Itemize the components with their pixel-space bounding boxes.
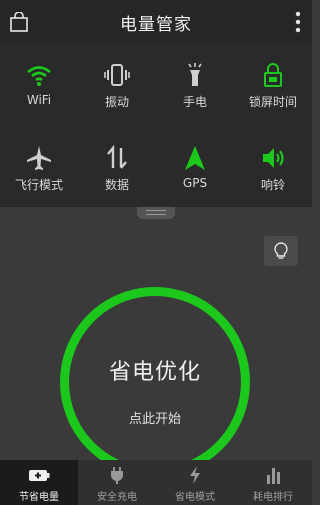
toggle-label: 锁屏时间 — [248, 95, 297, 109]
nav-save-power[interactable]: 节省电量 — [0, 460, 78, 505]
more-options-icon[interactable] — [294, 11, 302, 33]
battery-icon — [29, 470, 50, 481]
toggle-wifi[interactable]: WiFi — [0, 50, 78, 116]
airplane-icon — [27, 146, 51, 170]
nav-label: 耗电排行 — [253, 492, 293, 503]
data-icon — [107, 145, 127, 169]
toggle-lock-timer[interactable]: 锁屏时间 — [234, 50, 312, 116]
toggle-data[interactable]: 数据 — [78, 133, 156, 199]
panel-collapse-handle[interactable] — [137, 207, 175, 219]
tips-button[interactable] — [264, 236, 298, 266]
wifi-icon — [27, 66, 51, 86]
bottom-navigation: 节省电量 安全充电 省电模式 耗电排行 — [0, 460, 312, 505]
nav-safe-charge[interactable]: 安全充电 — [78, 460, 156, 505]
flashlight-icon — [188, 63, 202, 86]
lock-timer-icon — [264, 63, 282, 87]
optimize-title: 省电优化 — [108, 360, 201, 385]
plug-icon — [111, 467, 123, 484]
vibrate-icon — [104, 64, 130, 86]
toggle-label: 手电 — [182, 95, 207, 109]
shopping-bag-icon[interactable] — [10, 12, 28, 32]
header-bar: 电量管家 — [0, 0, 312, 44]
nav-label: 节省电量 — [19, 492, 59, 503]
toggle-label: 响铃 — [260, 178, 285, 192]
nav-power-mode[interactable]: 省电模式 — [156, 460, 234, 505]
nav-usage-ranking[interactable]: 耗电排行 — [234, 460, 312, 505]
nav-label: 省电模式 — [175, 492, 215, 503]
toggle-ringer[interactable]: 响铃 — [234, 133, 312, 199]
toggle-label: GPS — [182, 176, 208, 190]
toggle-label: 数据 — [104, 178, 129, 192]
app-title: 电量管家 — [120, 14, 192, 35]
ringer-icon — [263, 148, 284, 168]
nav-label: 安全充电 — [97, 492, 137, 503]
lightbulb-icon — [274, 242, 288, 259]
toggle-label: WiFi — [26, 93, 52, 107]
bar-chart-icon — [267, 468, 280, 484]
bolt-icon — [190, 466, 200, 484]
optimize-button[interactable]: 省电优化 点此开始 — [60, 287, 250, 477]
toggle-vibrate[interactable]: 振动 — [78, 50, 156, 116]
quick-toggle-panel: WiFi 振动 手电 锁屏时间 飞行模式 数据 GPS 响铃 — [0, 44, 312, 207]
toggle-flashlight[interactable]: 手电 — [156, 50, 234, 116]
toggle-label: 飞行模式 — [14, 178, 63, 192]
toggle-gps[interactable]: GPS — [156, 133, 234, 199]
toggle-airplane[interactable]: 飞行模式 — [0, 133, 78, 199]
optimize-start-label: 点此开始 — [128, 412, 181, 427]
gps-icon — [185, 146, 205, 170]
toggle-label: 振动 — [104, 95, 129, 109]
